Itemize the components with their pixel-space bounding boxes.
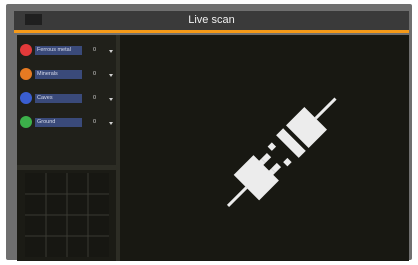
chevron-down-icon[interactable]: [109, 74, 113, 77]
target-value: 0: [93, 71, 97, 77]
chevron-down-icon[interactable]: [109, 122, 113, 125]
target-value: 0: [93, 47, 97, 53]
ground-color-dot: [20, 116, 32, 128]
target-row-ground[interactable]: Ground 0: [17, 113, 116, 131]
screen-content: Ferrous metal 0 Minerals 0 Caves 0 Groun…: [17, 35, 409, 261]
target-value: 0: [93, 119, 97, 125]
disconnected-plug-icon: [226, 97, 337, 208]
target-label: Minerals: [35, 70, 82, 79]
panel-divider: [17, 165, 116, 170]
mini-grid-view: [25, 173, 109, 257]
title-bar: Live scan: [14, 11, 409, 30]
device-frame: Live scan Ferrous metal 0 Minerals 0 Cav…: [6, 4, 412, 261]
target-label: Caves: [35, 94, 82, 103]
accent-bar: [14, 30, 409, 33]
ferrous-color-dot: [20, 44, 32, 56]
target-row-minerals[interactable]: Minerals 0: [17, 65, 116, 83]
target-row-ferrous-metal[interactable]: Ferrous metal 0: [17, 41, 116, 59]
chevron-down-icon[interactable]: [109, 50, 113, 53]
target-label: Ferrous metal: [35, 46, 82, 55]
grid-lines: [25, 173, 109, 257]
minerals-color-dot: [20, 68, 32, 80]
screen-title: Live scan: [188, 14, 235, 26]
target-label: Ground: [35, 118, 82, 127]
scan-display: [120, 35, 409, 261]
target-row-caves[interactable]: Caves 0: [17, 89, 116, 107]
target-list-panel: Ferrous metal 0 Minerals 0 Caves 0 Groun…: [17, 35, 116, 165]
caves-color-dot: [20, 92, 32, 104]
target-value: 0: [93, 95, 97, 101]
chevron-down-icon[interactable]: [109, 98, 113, 101]
